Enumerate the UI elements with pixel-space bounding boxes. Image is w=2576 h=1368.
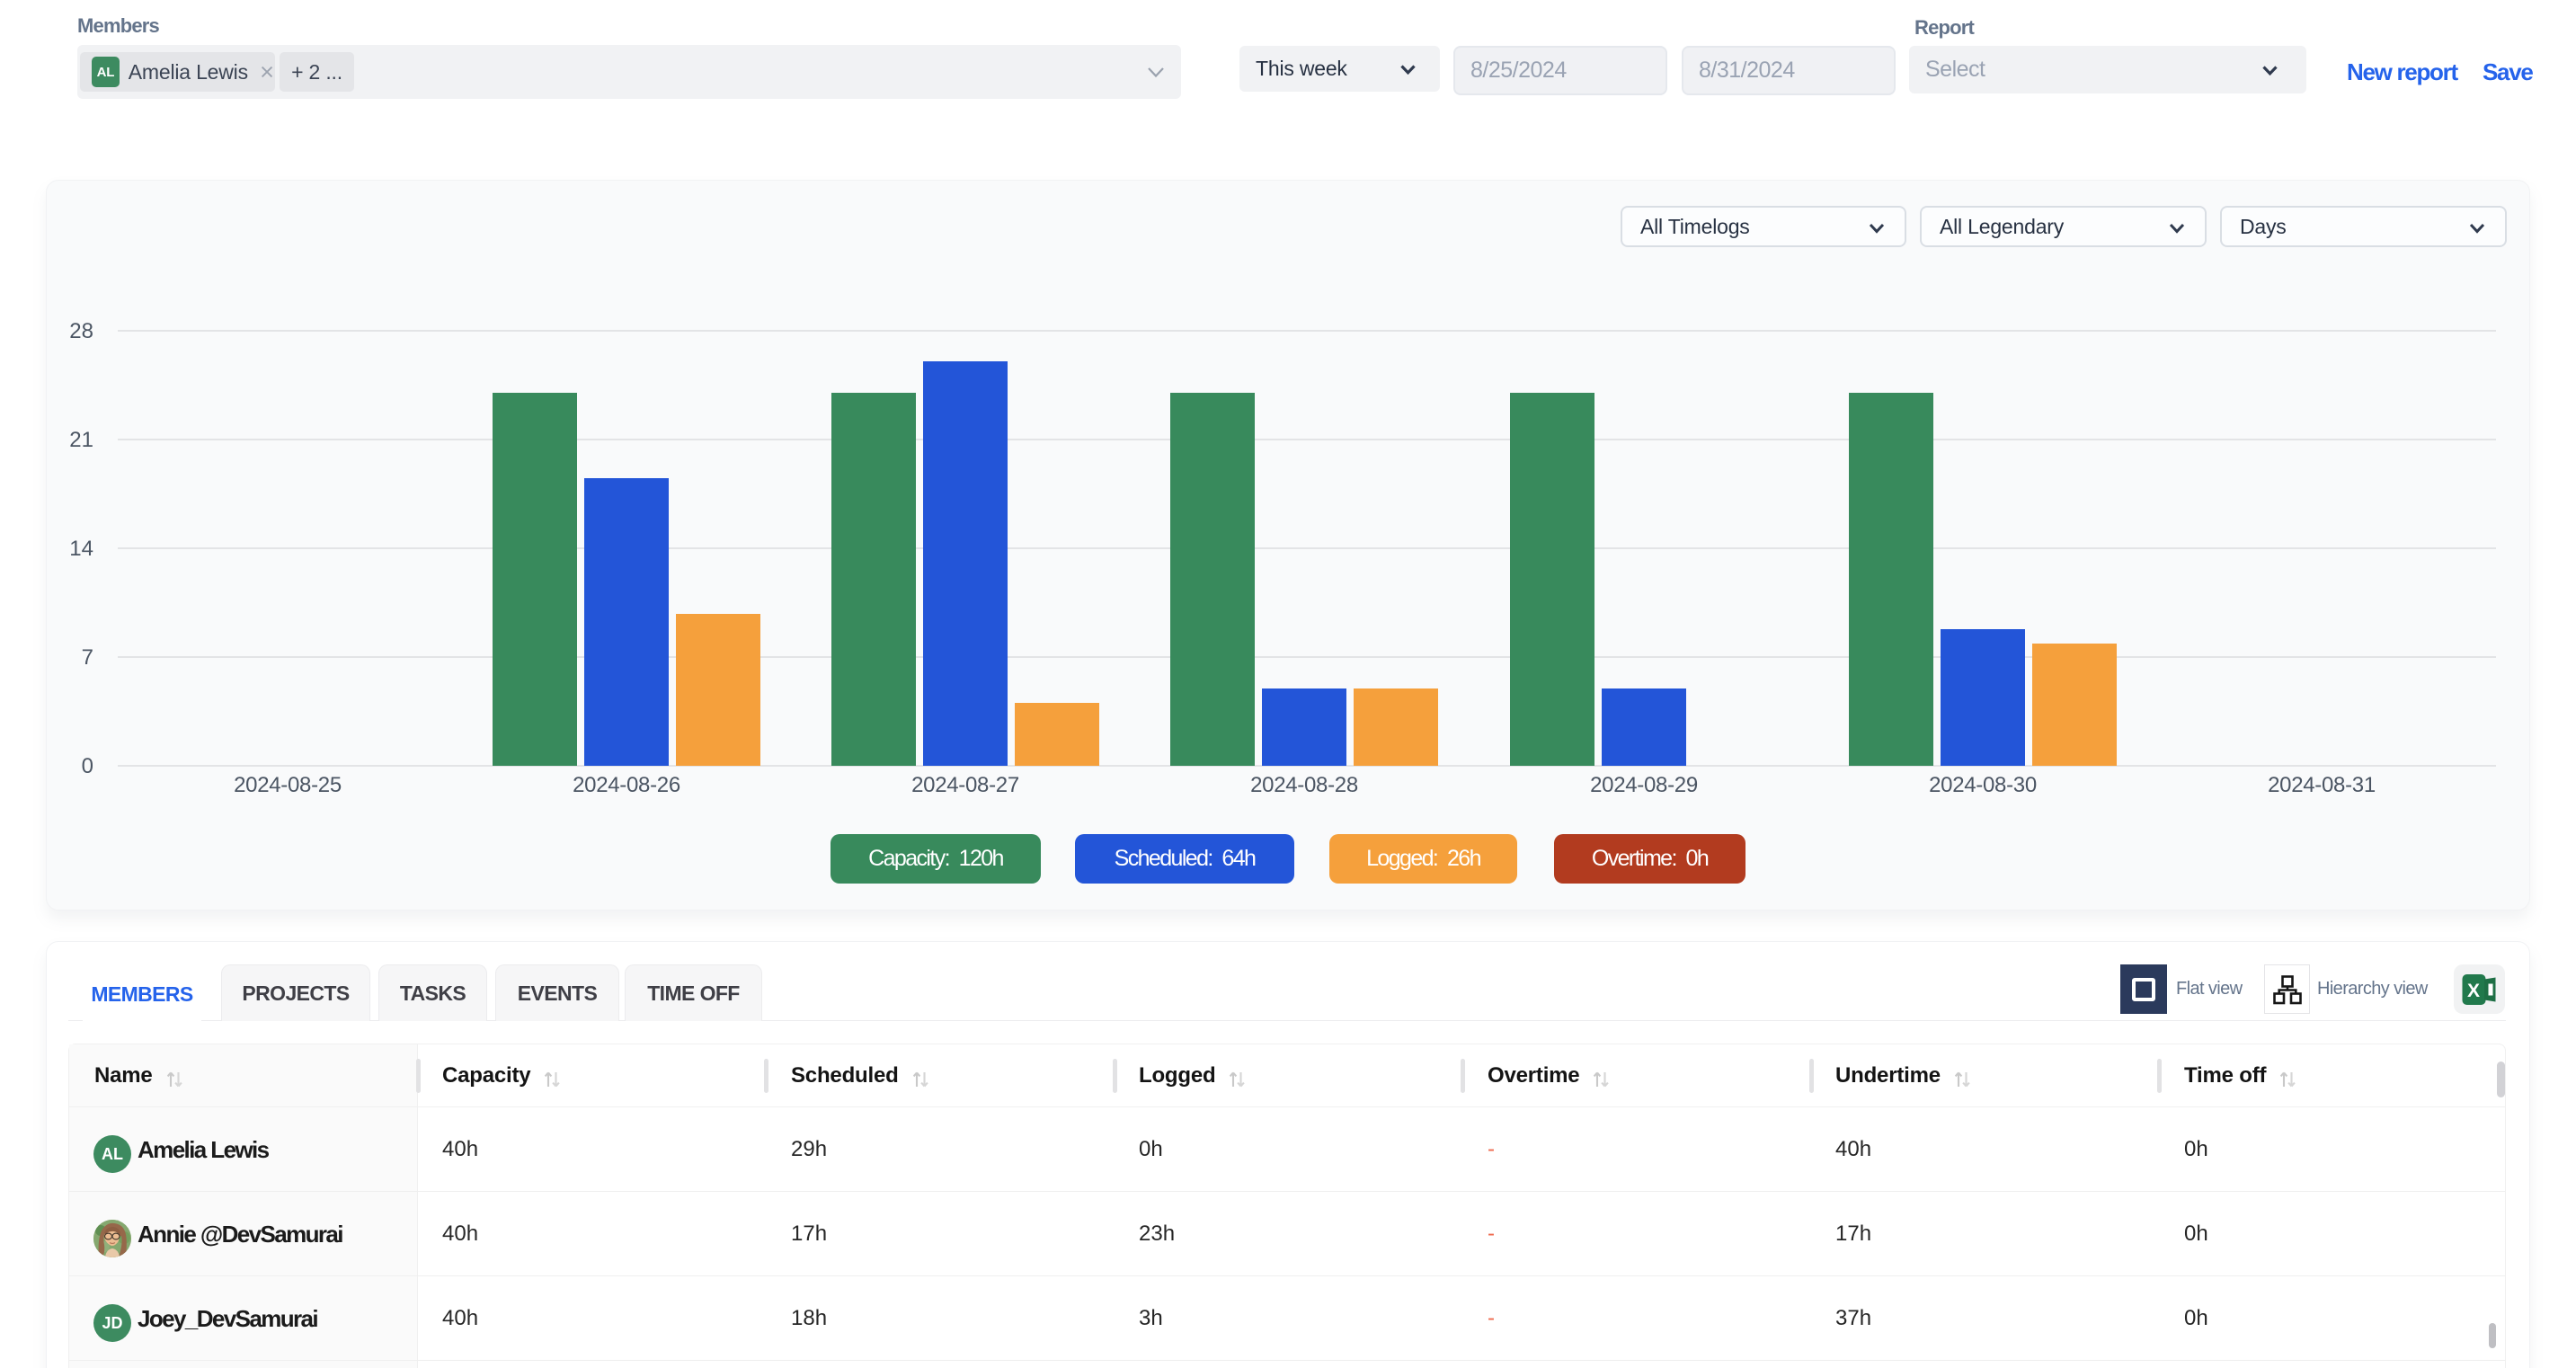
svg-text:14: 14: [69, 537, 93, 561]
svg-text:2024-08-30: 2024-08-30: [1929, 773, 2037, 797]
svg-text:2024-08-28: 2024-08-28: [1250, 773, 1358, 797]
svg-text:7: 7: [82, 645, 93, 670]
svg-text:X: X: [2466, 981, 2479, 1001]
svg-text:2024-08-25: 2024-08-25: [234, 773, 342, 797]
svg-text:2024-08-31: 2024-08-31: [2268, 773, 2376, 797]
svg-text:21: 21: [69, 428, 93, 452]
svg-text:2024-08-29: 2024-08-29: [1590, 773, 1698, 797]
svg-text:28: 28: [69, 319, 93, 343]
svg-text:2024-08-27: 2024-08-27: [911, 773, 1019, 797]
svg-text:2024-08-26: 2024-08-26: [573, 773, 680, 797]
svg-text:0: 0: [82, 754, 93, 778]
